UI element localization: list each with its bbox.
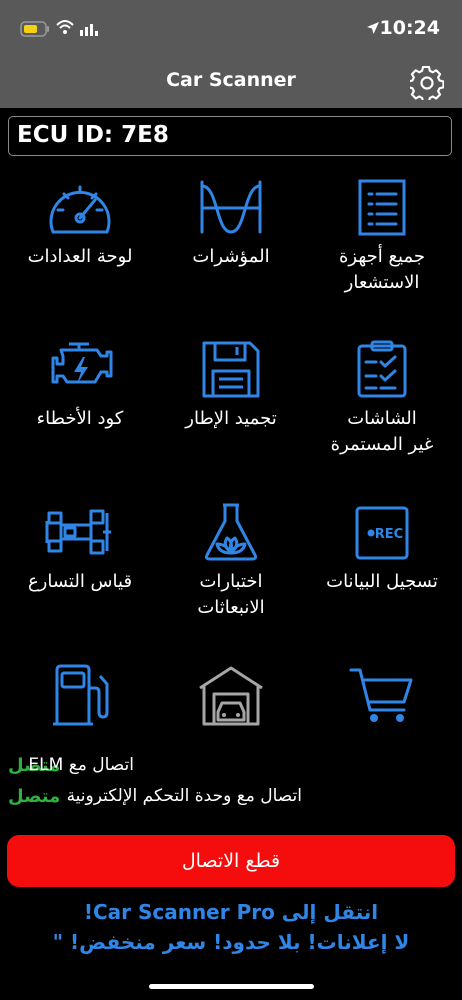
ecu-id-box: ECU ID: 7E8: [8, 116, 452, 156]
tile-noncontinuous-monitors[interactable]: الشاشات غير المستمرة: [305, 340, 459, 458]
tile-label: كود الأخطاء: [36, 408, 124, 429]
speedometer-icon: [49, 185, 111, 234]
ecu-connection-label: اتصال مع وحدة التحكم الإلكترونية: [66, 786, 302, 806]
tile-shop[interactable]: [305, 664, 459, 726]
disconnect-button[interactable]: قطع الاتصال: [7, 835, 455, 887]
tile-indicators[interactable]: المؤشرات: [154, 178, 308, 270]
clipboard-check-icon: [357, 340, 407, 398]
tile-error-codes[interactable]: كود الأخطاء: [3, 340, 157, 432]
promo-line-2[interactable]: لا إعلانات! بلا حدود! سعر منخفض! ": [0, 930, 462, 954]
tile-label: لوحة العدادات: [27, 246, 133, 267]
status-time: 10:24: [379, 17, 440, 39]
rec-icon: REC: [355, 506, 409, 560]
elm-label: اتصال مع ELM: [28, 755, 134, 775]
disconnect-label: قطع الاتصال: [181, 850, 281, 872]
tile-emission-tests[interactable]: اختبارات الانبعاثات: [154, 503, 308, 621]
tile-fuel[interactable]: [3, 664, 157, 726]
floppy-disk-icon: [202, 341, 260, 398]
ecu-connection-row: متصل اتصال مع وحدة التحكم الإلكترونية: [8, 786, 454, 812]
tile-all-sensors[interactable]: جميع أجهزة الاستشعار: [305, 178, 459, 296]
garage-icon: [199, 666, 263, 726]
elm-connection-row: متصل اتصال مع ELM: [8, 755, 454, 781]
tile-label: جميع أجهزة الاستشعار: [338, 246, 426, 293]
tile-dashboard[interactable]: لوحة العدادات: [3, 178, 157, 270]
ecu-id-label: ECU ID: 7E8: [17, 122, 169, 148]
app-title: Car Scanner: [166, 69, 296, 91]
engine-icon: [51, 342, 113, 384]
location-arrow-icon: [367, 22, 379, 34]
home-indicator: [149, 984, 314, 989]
tile-label: اختبارات الانبعاثات: [197, 571, 265, 618]
tile-label: تجميد الإطار: [185, 408, 277, 429]
tile-label: الشاشات غير المستمرة: [330, 408, 434, 455]
nav-bar: Car Scanner: [0, 58, 462, 108]
sine-wave-icon: [200, 180, 262, 234]
tile-garage[interactable]: [154, 664, 308, 726]
list-icon: [358, 179, 406, 236]
status-bar: 10:24: [0, 0, 462, 58]
race-car-icon: [45, 509, 111, 555]
flask-leaf-icon: [204, 503, 258, 561]
cart-icon: [349, 668, 413, 722]
tile-acceleration[interactable]: قياس التسارع: [3, 503, 157, 595]
tile-label: قياس التسارع: [27, 571, 133, 592]
tile-label: المؤشرات: [192, 246, 270, 267]
promo-line-1[interactable]: انتقل إلى Car Scanner Pro!: [0, 900, 462, 924]
wifi-icon: [56, 20, 74, 34]
ecu-status: متصل: [8, 786, 61, 807]
tile-label: تسجيل البيانات: [326, 571, 438, 592]
rec-text: REC: [375, 527, 403, 542]
battery-icon: [20, 21, 49, 37]
fuel-pump-icon: [53, 664, 109, 726]
signal-icon: [80, 24, 98, 36]
tile-data-recording[interactable]: REC تسجيل البيانات: [305, 503, 459, 595]
gear-icon[interactable]: [410, 66, 444, 100]
tile-freeze-frame[interactable]: تجميد الإطار: [154, 340, 308, 432]
